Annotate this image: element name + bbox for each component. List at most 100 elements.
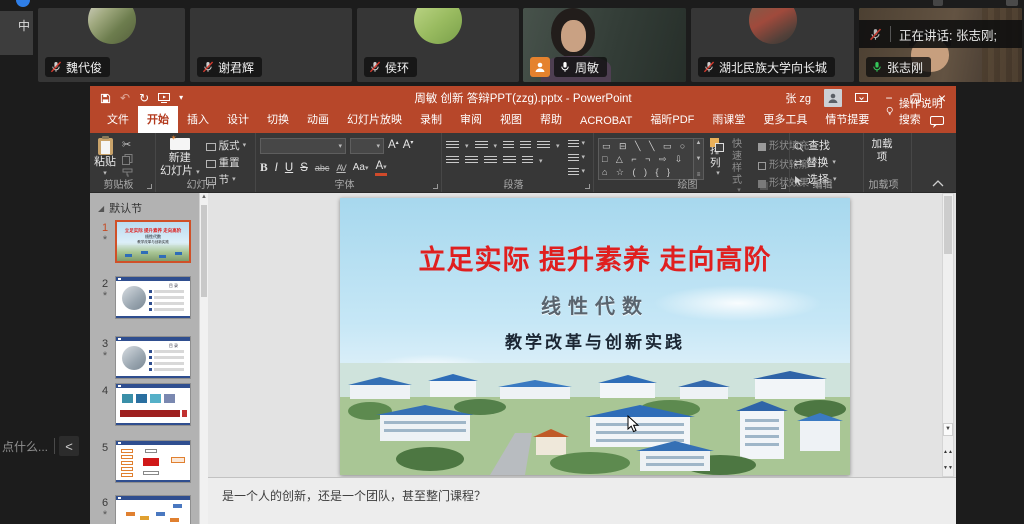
slide-6-thumbnail[interactable] [115,495,191,524]
replace-button[interactable]: ⇄ 替换▾ [794,155,859,172]
grow-font-button[interactable]: A▴ [388,140,399,152]
tab-home[interactable]: 开始 [138,106,178,133]
increase-indent-icon[interactable] [520,141,531,150]
previous-slide-button[interactable]: ▲▲ [943,450,953,455]
video-tile[interactable]: 湖北民族大学向长城 [691,8,854,82]
font-name-combo[interactable]: ▾ [260,138,346,154]
tab-animations[interactable]: 动画 [298,106,338,133]
video-tile-partial[interactable]: 中 [0,11,33,55]
tab-view[interactable]: 视图 [491,106,531,133]
section-header[interactable]: ◢ 默认节 [98,200,142,216]
slide-1-thumbnail[interactable]: 立足实际 提升素养 走向高阶 线性代数 教学改革与创新实践 [115,220,191,263]
slide-4-thumbnail[interactable] [115,383,191,426]
participant-name: 张志刚 [887,59,923,76]
add-ins-button[interactable]: 加载项 [868,138,907,163]
dialog-launcher-icon[interactable] [781,184,786,189]
bullets-icon[interactable] [446,141,459,150]
scrollbar-thumb[interactable] [944,196,952,254]
slide-5-thumbnail[interactable] [115,440,191,483]
ribbon-display-options-icon[interactable] [855,93,868,104]
text-direction-button[interactable]: ▾ [568,140,586,149]
notes-pane[interactable]: 是一个人的创新，还是一个团队，甚至整门课程？ [208,477,956,524]
underline-button[interactable]: U [285,163,293,175]
decrease-indent-icon[interactable] [503,141,514,150]
new-slide-button[interactable]: 新建 幻灯片 ▾ [160,138,200,178]
tab-acrobat[interactable]: ACROBAT [571,110,641,133]
collapse-ribbon-icon[interactable] [932,180,944,187]
copy-icon[interactable] [122,154,133,165]
dialog-launcher-icon[interactable] [433,184,438,189]
reset-button[interactable]: 重置 [206,157,247,170]
tab-yuketang[interactable]: 雨课堂 [703,106,754,133]
account-avatar[interactable] [824,89,842,107]
redo-icon[interactable]: ↻ [139,92,149,104]
slide-canvas[interactable]: 立足实际 提升素养 走向高阶 线性代数 教学改革与创新实践 [340,198,850,475]
meeting-app-window: 中 魏代俊 谢君辉 侯环 [0,0,1024,524]
video-tile-active-speaker[interactable]: 正在讲话: 张志刚; 张志刚 [859,8,1022,82]
slide-2-thumbnail[interactable]: 目 录 [115,276,191,319]
slideshow-icon[interactable] [158,93,170,103]
numbering-icon[interactable] [475,141,488,150]
qat-dropdown-icon[interactable]: ▾ [179,94,183,102]
save-icon[interactable] [100,93,111,104]
character-spacing-button[interactable]: AV [336,164,345,173]
tab-review[interactable]: 审阅 [451,106,491,133]
search-icon [794,142,804,152]
account-name[interactable]: 张 zg [785,90,811,106]
arrange-button[interactable]: 排列 ▾ [710,138,726,178]
chat-input[interactable]: 点什么... [2,438,52,455]
tell-me-search[interactable]: 操作说明搜索 [878,90,956,133]
video-tile[interactable]: 魏代俊 [38,8,185,82]
tab-design[interactable]: 设计 [218,106,258,133]
dialog-launcher-icon[interactable] [585,184,590,189]
strikethrough-abc-icon[interactable]: abc [315,164,330,173]
shapes-gallery[interactable]: ▭ ⊟ ╲ ╲ ▭ ○ □ △ ⌐ ¬ ⇨ ⇩ ⌂ ☆ ( ) { } [598,138,694,180]
editing-group: 查找 ⇄ 替换▾ 选择▾ 编辑 [790,133,864,192]
font-color-button[interactable]: A▾ [375,161,386,176]
bold-button[interactable]: B [260,163,268,175]
cut-icon[interactable]: ✂ [122,140,133,151]
tab-insert[interactable]: 插入 [178,106,218,133]
align-left-icon[interactable] [446,156,459,165]
scrollbar-thumb[interactable] [201,205,207,297]
align-text-button[interactable]: ▾ [568,154,586,163]
tab-record[interactable]: 录制 [411,106,451,133]
undo-icon[interactable]: ↶ [120,92,130,104]
tab-more-tools[interactable]: 更多工具 [754,106,816,133]
video-tile[interactable]: 周敏 [523,8,686,82]
shapes-gallery-scroll[interactable]: ▲▼≡ [694,138,704,180]
strikethrough-button[interactable]: S [300,163,308,175]
tab-storyboard[interactable]: 情节提要 [816,106,878,133]
scroll-up-icon[interactable]: ▲ [200,194,208,200]
scroll-down-button[interactable]: ▼ [943,423,953,436]
columns-icon[interactable] [522,156,533,165]
dialog-launcher-icon[interactable] [147,184,152,189]
panel-scrollbar[interactable]: ▲ [199,193,208,524]
slide-3-thumbnail[interactable]: 目 录 [115,336,191,379]
paste-button[interactable]: 粘贴 ▾ [94,138,116,178]
quick-styles-button[interactable]: 快速样式 ▾ [732,138,746,178]
tab-slideshow[interactable]: 幻灯片放映 [338,106,411,133]
tab-help[interactable]: 帮助 [531,106,571,133]
video-tile[interactable]: 侯环 [357,8,519,82]
tab-file[interactable]: 文件 [98,106,138,133]
line-spacing-icon[interactable] [537,141,550,150]
tab-transitions[interactable]: 切换 [258,106,298,133]
collapse-chat-button[interactable]: < [59,436,79,456]
shrink-font-button[interactable]: A▾ [403,140,414,152]
align-center-icon[interactable] [465,156,478,165]
group-label: 幻灯片 [156,176,247,191]
change-case-button[interactable]: Aa▾ [353,163,369,173]
italic-button[interactable]: I [275,163,278,175]
editor-scrollbar[interactable]: ▼ ▲▲ ▼▼ [942,193,954,477]
video-tile[interactable]: 谢君辉 [190,8,352,82]
comments-icon[interactable] [930,116,944,128]
font-size-combo[interactable]: ▾ [350,138,384,154]
justify-icon[interactable] [503,156,516,165]
tab-foxit-pdf[interactable]: 福昕PDF [641,106,703,133]
align-right-icon[interactable] [484,156,497,165]
mic-muted-icon [369,61,381,73]
find-button[interactable]: 查找 [794,138,859,155]
layout-button[interactable]: 版式▾ [206,140,247,153]
next-slide-button[interactable]: ▼▼ [943,466,953,471]
